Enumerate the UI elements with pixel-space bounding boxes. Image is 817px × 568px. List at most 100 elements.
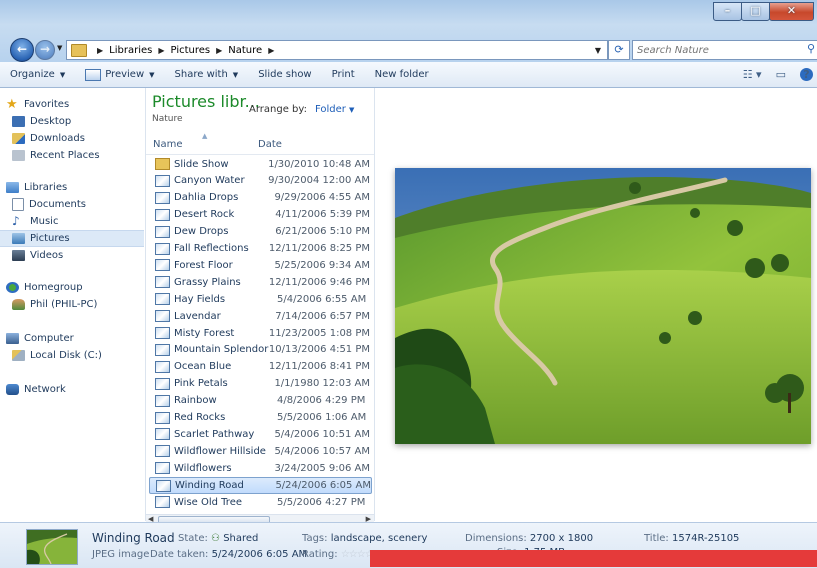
- minimize-button[interactable]: –: [713, 2, 742, 21]
- file-name: Wise Old Tree: [174, 496, 242, 508]
- nav-libraries[interactable]: Libraries: [6, 179, 150, 196]
- nav-desktop[interactable]: Desktop: [12, 113, 156, 130]
- nav-pictures[interactable]: Pictures: [0, 230, 144, 247]
- file-row[interactable]: Mountain Splendor 10/13/2006 4:51 PM: [149, 342, 370, 358]
- nav-phil[interactable]: Phil (PHIL-PC): [12, 296, 156, 313]
- desktop-icon: [12, 116, 25, 127]
- nav-documents[interactable]: Documents: [12, 196, 156, 213]
- folder-icon: [71, 43, 87, 57]
- column-date[interactable]: Date: [258, 139, 282, 150]
- file-row[interactable]: Winding Road 5/24/2006 6:05 AM: [149, 477, 372, 495]
- search-icon[interactable]: ⚲: [807, 42, 815, 55]
- nav-homegroup-label: Homegroup: [24, 282, 83, 293]
- slide-show-button[interactable]: Slide show: [248, 69, 321, 80]
- breadcrumb-libraries[interactable]: Libraries: [109, 45, 152, 56]
- nav-downloads[interactable]: Downloads: [12, 130, 156, 147]
- videos-icon: [12, 250, 25, 261]
- nav-documents-label: Documents: [29, 199, 87, 210]
- arrange-by-dropdown[interactable]: Folder ▼: [315, 104, 354, 115]
- date-taken-value[interactable]: 5/24/2006 6:05 AM: [212, 549, 308, 560]
- nav-localdisk-label: Local Disk (C:): [30, 350, 102, 361]
- new-folder-button[interactable]: New folder: [365, 69, 439, 80]
- file-date: 1/1/1980 12:03 AM: [274, 378, 370, 390]
- details-thumbnail: [26, 529, 78, 565]
- nav-recent-places[interactable]: Recent Places: [12, 147, 156, 164]
- file-date: 9/29/2006 4:55 AM: [274, 192, 370, 204]
- file-row[interactable]: Fall Reflections 12/11/2006 8:25 PM: [149, 241, 370, 257]
- file-date: 7/14/2006 6:57 PM: [275, 310, 370, 322]
- breadcrumb-separator-icon[interactable]: ▶: [97, 46, 103, 55]
- file-row[interactable]: Wildflower Hillside 5/4/2006 10:57 AM: [149, 443, 370, 459]
- nav-local-disk[interactable]: Local Disk (C:): [12, 347, 156, 364]
- file-name: Dew Drops: [174, 226, 229, 238]
- preview-menu[interactable]: Preview ▼: [75, 68, 164, 81]
- search-box[interactable]: ⚲: [632, 40, 817, 60]
- file-row[interactable]: Wise Old Tree 5/5/2006 4:27 PM: [149, 494, 370, 510]
- file-row[interactable]: Dahlia Drops 9/29/2006 4:55 AM: [149, 190, 370, 206]
- file-row[interactable]: Pink Petals 1/1/1980 12:03 AM: [149, 376, 370, 392]
- breadcrumb-separator-icon[interactable]: ▶: [216, 46, 222, 55]
- view-options-icon[interactable]: ☷ ▾: [743, 68, 762, 81]
- date-taken-label: Date taken:: [150, 549, 209, 560]
- share-with-menu[interactable]: Share with ▼: [165, 69, 249, 80]
- user-icon: [12, 299, 25, 310]
- maximize-button[interactable]: □: [741, 2, 770, 21]
- file-row[interactable]: Lavendar 7/14/2006 6:57 PM: [149, 308, 370, 324]
- file-row[interactable]: Red Rocks 5/5/2006 1:06 AM: [149, 410, 370, 426]
- library-title: Pictures libr...: [152, 92, 260, 111]
- file-row[interactable]: Wildflowers 3/24/2005 9:06 AM: [149, 460, 370, 476]
- file-row[interactable]: Dew Drops 6/21/2006 5:10 PM: [149, 224, 370, 240]
- file-name: Dahlia Drops: [174, 192, 239, 204]
- nav-favorites[interactable]: ★ Favorites: [6, 96, 150, 113]
- nav-network-label: Network: [24, 384, 66, 395]
- file-name: Misty Forest: [174, 327, 235, 339]
- file-name: Red Rocks: [174, 412, 226, 423]
- breadcrumb-separator-icon[interactable]: ▶: [268, 46, 274, 55]
- file-name: Winding Road: [175, 480, 244, 492]
- nav-homegroup[interactable]: Homegroup: [6, 279, 150, 296]
- breadcrumb-separator-icon[interactable]: ▶: [158, 46, 164, 55]
- nav-network[interactable]: Network: [6, 381, 150, 398]
- address-bar[interactable]: ▶ Libraries ▶ Pictures ▶ Nature ▶ ▼: [66, 40, 608, 60]
- image-file-icon: [155, 377, 170, 390]
- file-date: 10/13/2006 4:51 PM: [268, 344, 370, 356]
- image-file-icon: [155, 360, 170, 373]
- file-row[interactable]: Canyon Water 9/30/2004 12:00 AM: [149, 173, 370, 189]
- file-row[interactable]: Scarlet Pathway 5/4/2006 10:51 AM: [149, 426, 370, 442]
- address-dropdown-icon[interactable]: ▼: [589, 46, 607, 55]
- column-name[interactable]: Name: [153, 139, 183, 150]
- preview-pane: [375, 88, 817, 521]
- explorer-window: – □ ✕ ← → ▼ ▶ Libraries ▶ Pictures ▶ Nat…: [0, 0, 817, 568]
- file-row[interactable]: Grassy Plains 12/11/2006 9:46 PM: [149, 274, 370, 290]
- breadcrumb-pictures[interactable]: Pictures: [171, 45, 211, 56]
- breadcrumb-nature[interactable]: Nature: [228, 45, 262, 56]
- file-row[interactable]: Misty Forest 11/23/2005 1:08 PM: [149, 325, 370, 341]
- file-row[interactable]: Desert Rock 4/11/2006 5:39 PM: [149, 207, 370, 223]
- file-date: 12/11/2006 9:46 PM: [268, 276, 370, 288]
- file-row[interactable]: Forest Floor 5/25/2006 9:34 AM: [149, 257, 370, 273]
- file-row[interactable]: Hay Fields 5/4/2006 6:55 AM: [149, 291, 370, 307]
- tags-value[interactable]: landscape, scenery: [331, 533, 428, 544]
- nav-desktop-label: Desktop: [30, 116, 72, 127]
- preview-pane-icon[interactable]: ▭: [776, 68, 786, 81]
- file-row[interactable]: Rainbow 4/8/2006 4:29 PM: [149, 393, 370, 409]
- nav-videos[interactable]: Videos: [12, 247, 156, 264]
- recent-pages-icon[interactable]: ▼: [57, 44, 62, 52]
- folder-icon: [155, 158, 170, 170]
- title-value[interactable]: 1574R-25105: [672, 533, 739, 544]
- organize-menu[interactable]: Organize ▼: [0, 69, 75, 80]
- file-date: 5/25/2006 9:34 AM: [274, 259, 370, 271]
- forward-button[interactable]: →: [35, 40, 55, 60]
- help-icon[interactable]: ?: [800, 68, 813, 81]
- arrange-by: Arrange by: Folder ▼: [249, 104, 354, 115]
- file-row[interactable]: Ocean Blue 12/11/2006 8:41 PM: [149, 359, 370, 375]
- close-button[interactable]: ✕: [769, 2, 814, 21]
- print-button[interactable]: Print: [322, 69, 365, 80]
- file-row[interactable]: Slide Show 1/30/2010 10:48 AM: [149, 156, 370, 172]
- nav-music[interactable]: ♪ Music: [12, 213, 156, 230]
- back-button[interactable]: ←: [10, 38, 34, 62]
- search-input[interactable]: [633, 41, 789, 59]
- refresh-button[interactable]: ⟳: [608, 40, 630, 60]
- nav-computer[interactable]: Computer: [6, 330, 150, 347]
- file-date: 5/4/2006 6:55 AM: [277, 293, 367, 305]
